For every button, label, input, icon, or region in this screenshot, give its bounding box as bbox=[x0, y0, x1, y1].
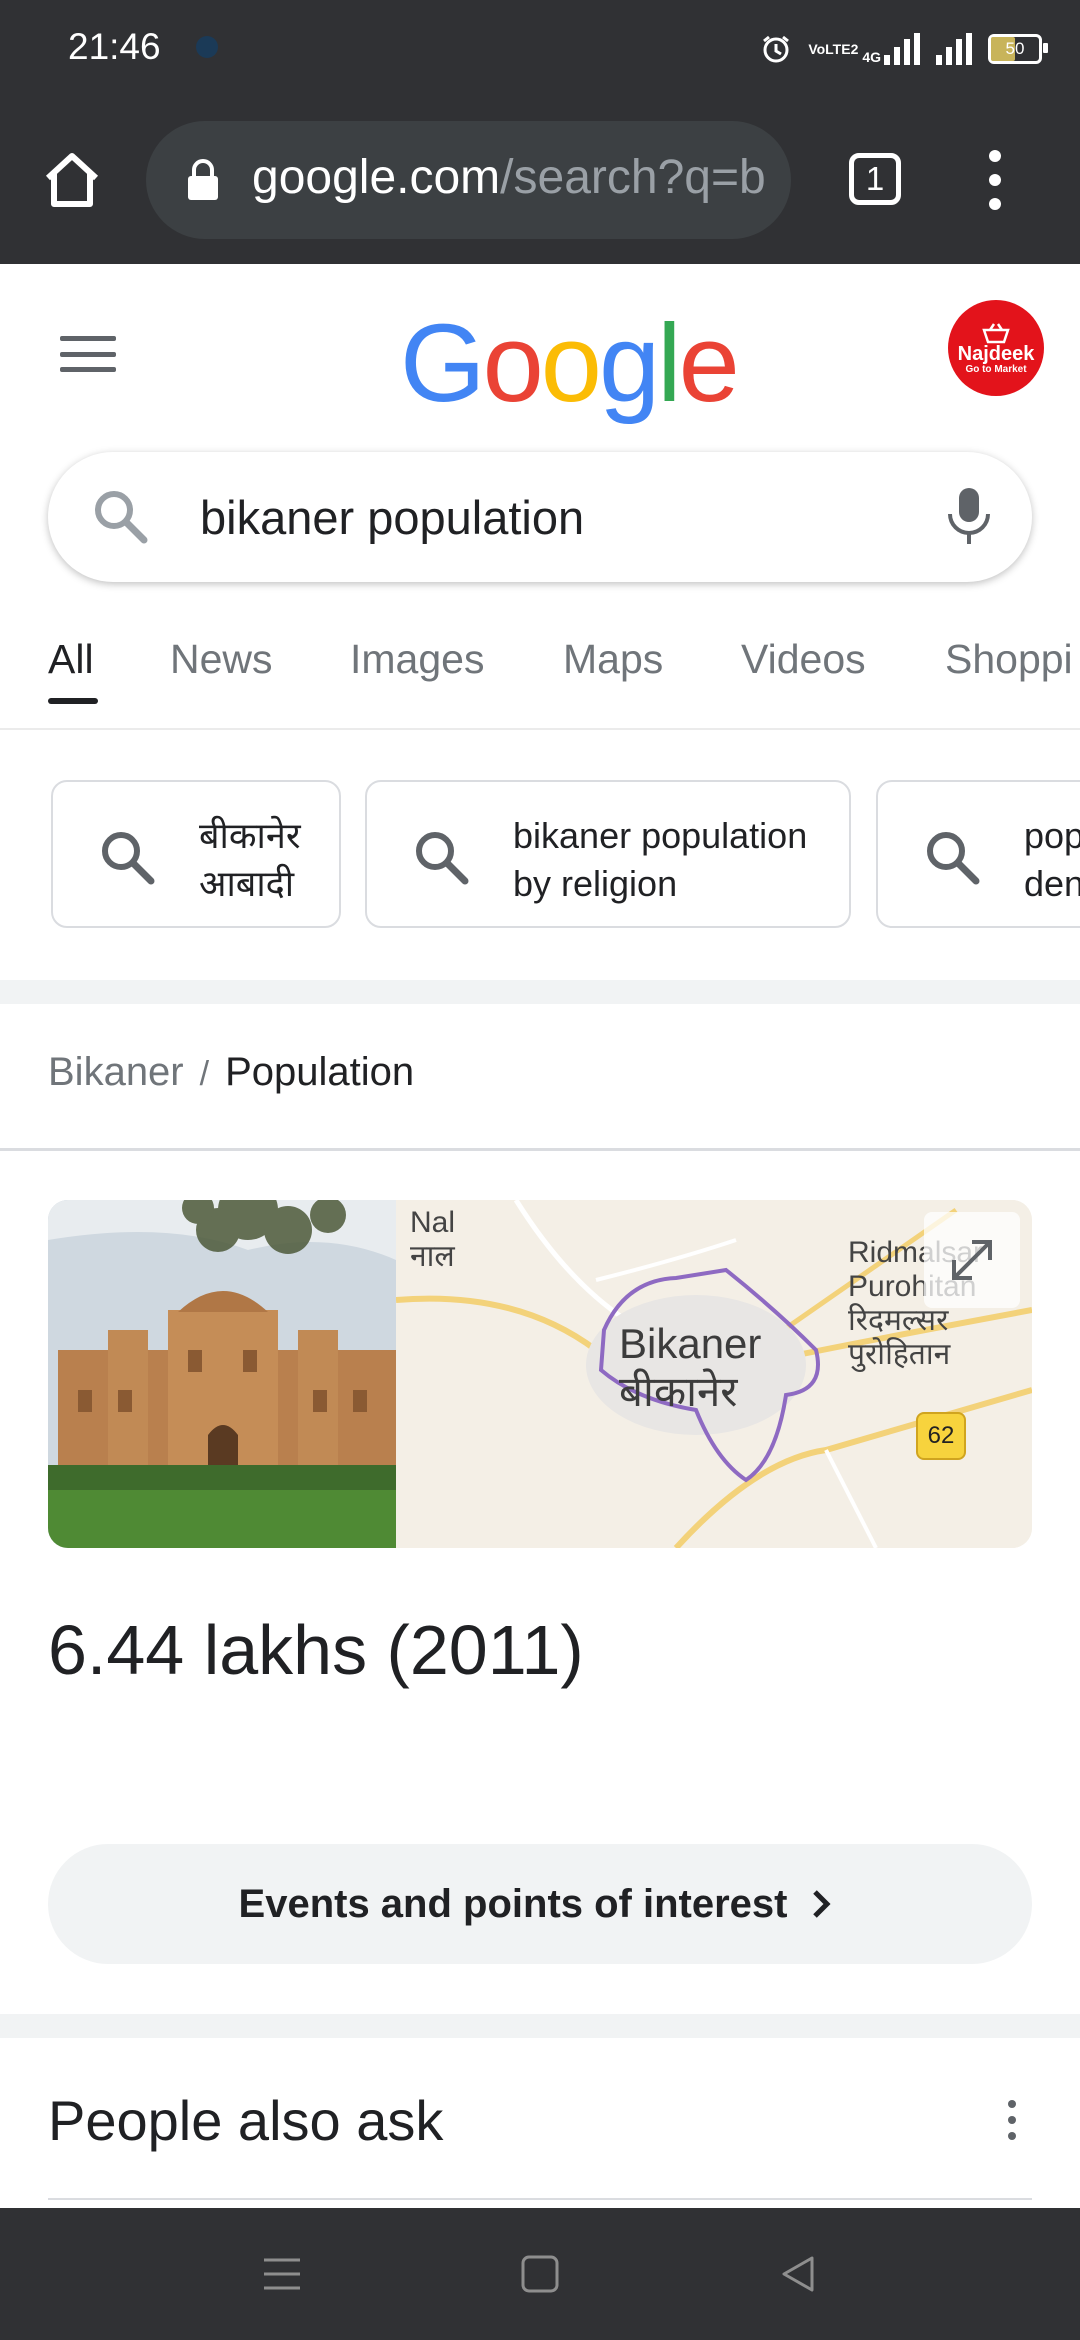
search-icon bbox=[927, 832, 980, 885]
chip-text: pop den bbox=[1024, 815, 1080, 904]
basket-icon bbox=[982, 322, 1010, 343]
bikaner-photo[interactable] bbox=[48, 1200, 396, 1548]
map-expand-button[interactable] bbox=[924, 1212, 1020, 1308]
search-input[interactable]: bikaner population bbox=[200, 490, 584, 545]
tab-all[interactable]: All bbox=[48, 636, 94, 683]
tab-maps[interactable]: Maps bbox=[563, 636, 663, 683]
volte-icon: VoLTE2 bbox=[808, 41, 859, 57]
status-icons: VoLTE2 4G 50 bbox=[760, 26, 1048, 72]
home-icon[interactable] bbox=[40, 148, 104, 212]
battery-icon: 50 bbox=[988, 34, 1048, 64]
notification-icon bbox=[196, 36, 218, 58]
expand-icon bbox=[952, 1240, 992, 1280]
logo-letter: G bbox=[400, 302, 486, 425]
signal-icon bbox=[884, 33, 920, 65]
chip-text: बीकानेर आबादी bbox=[199, 815, 301, 904]
population-answer: 6.44 lakhs (2011) bbox=[48, 1611, 584, 1689]
fort-illustration bbox=[48, 1200, 396, 1548]
tab-shopping[interactable]: Shoppi bbox=[945, 636, 1080, 683]
home-nav-icon[interactable] bbox=[520, 2254, 560, 2294]
map-label-bikaner: Bikaner बीकानेर bbox=[619, 1320, 762, 1415]
breadcrumb: Bikaner / Population bbox=[48, 1050, 414, 1095]
breadcrumb-current: Population bbox=[225, 1050, 415, 1094]
status-time: 21:46 bbox=[68, 26, 161, 67]
account-avatar[interactable]: Najdeek Go to Market bbox=[948, 300, 1044, 396]
divider bbox=[48, 2198, 1032, 2200]
map-label-nal: Nal नाल bbox=[410, 1206, 456, 1273]
logo-letter: o bbox=[482, 302, 544, 425]
tab-images[interactable]: Images bbox=[350, 636, 484, 683]
search-icon[interactable] bbox=[90, 486, 150, 546]
search-icon bbox=[102, 832, 155, 885]
section-divider bbox=[0, 2014, 1080, 2038]
section-divider bbox=[0, 980, 1080, 1004]
signal-icon-2 bbox=[936, 33, 972, 65]
google-logo[interactable]: Google bbox=[400, 300, 740, 427]
divider bbox=[0, 728, 1080, 730]
hamburger-menu-icon[interactable] bbox=[60, 336, 116, 372]
related-search-chip[interactable]: pop den bbox=[876, 780, 1080, 928]
back-icon[interactable] bbox=[778, 2254, 818, 2294]
divider bbox=[0, 1148, 1080, 1151]
url-text[interactable]: google.com/search?q=b bbox=[252, 150, 772, 205]
lock-icon bbox=[188, 159, 218, 200]
microphone-icon[interactable] bbox=[944, 486, 994, 546]
search-icon bbox=[416, 832, 469, 885]
more-options-icon[interactable] bbox=[1008, 2100, 1020, 2140]
breadcrumb-parent[interactable]: Bikaner bbox=[48, 1050, 184, 1094]
logo-letter: o bbox=[540, 302, 602, 425]
people-also-ask-title: People also ask bbox=[48, 2089, 444, 2152]
recent-apps-icon[interactable] bbox=[262, 2254, 302, 2294]
tab-news[interactable]: News bbox=[170, 636, 273, 683]
active-tab-indicator bbox=[48, 698, 98, 704]
chip-text: bikaner population by religion bbox=[513, 815, 808, 904]
events-button[interactable]: Events and points of interest bbox=[48, 1844, 1032, 1964]
logo-letter: l bbox=[657, 302, 682, 425]
network-type: 4G bbox=[862, 33, 920, 65]
browser-menu-icon[interactable] bbox=[988, 150, 1002, 210]
media-panel: Nal नाल Bikaner बीकानेर Ridmalsar Purohitan… bbox=[48, 1200, 1032, 1548]
chevron-right-icon bbox=[813, 1890, 832, 1918]
system-navigation-bar bbox=[0, 2208, 1080, 2340]
alarm-icon bbox=[763, 35, 790, 63]
breadcrumb-separator: / bbox=[199, 1055, 210, 1093]
tab-videos[interactable]: Videos bbox=[741, 636, 866, 683]
related-search-chip[interactable]: bikaner population by religion bbox=[365, 780, 851, 928]
highway-shield: 62 bbox=[916, 1412, 966, 1460]
tab-switcher-button[interactable]: 1 bbox=[849, 153, 901, 205]
logo-letter: e bbox=[678, 302, 740, 425]
logo-letter: g bbox=[598, 302, 660, 425]
related-search-chip[interactable]: बीकानेर आबादी bbox=[51, 780, 341, 928]
events-label: Events and points of interest bbox=[238, 1881, 788, 1926]
